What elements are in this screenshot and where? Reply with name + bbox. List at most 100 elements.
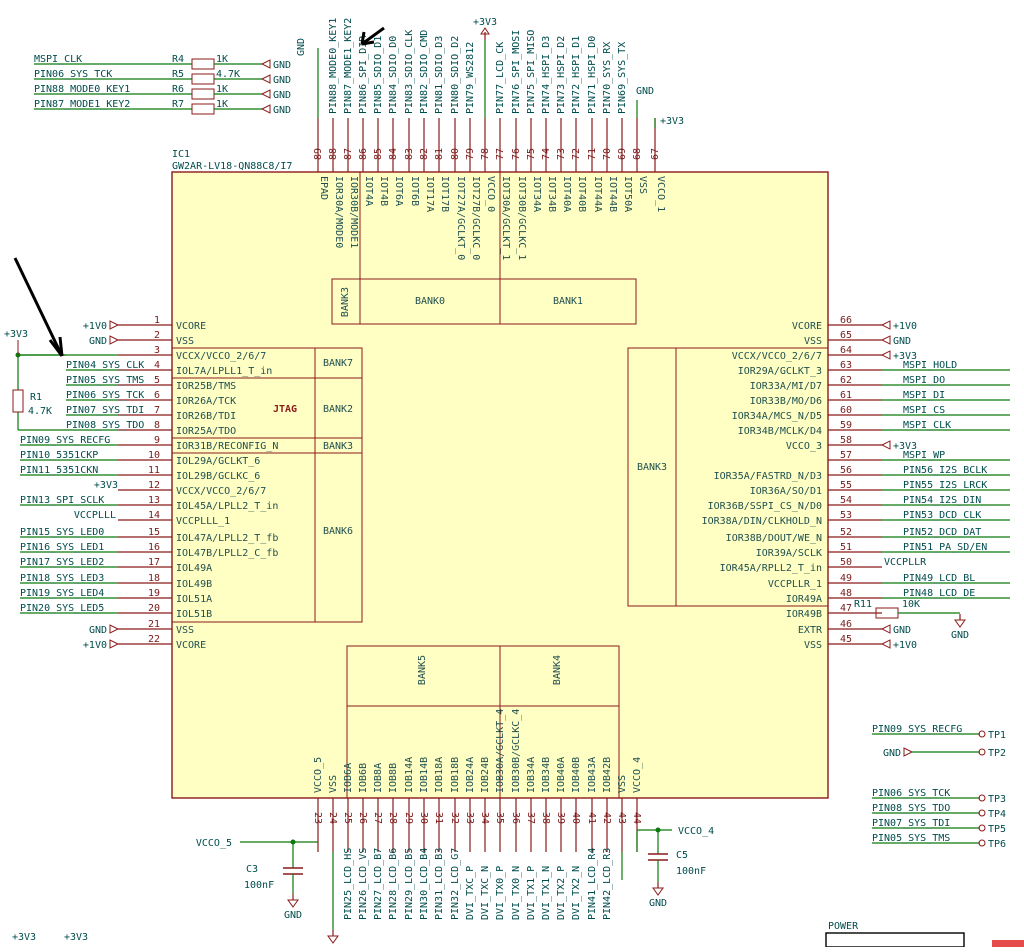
pin-name: VCORE <box>176 321 206 332</box>
arrow-head-icon <box>48 336 64 357</box>
testpoint-label: TP4 <box>988 809 1006 820</box>
power-arrow-icon <box>260 104 271 114</box>
net-label: PIN56_I2S_BCLK <box>903 465 987 476</box>
pin-number: 12 <box>148 480 160 491</box>
pin-number: 8 <box>154 420 160 431</box>
net-label: PIN41_LCD_R4 <box>587 848 598 920</box>
net-label: PIN53_DCD_CLK <box>903 510 981 521</box>
pin-number: 65 <box>840 330 852 341</box>
pin-name: IOR33B/MO/D6 <box>750 396 822 407</box>
schematic-sheet: IC1 GW2AR-LV18-QN88C8/I7 BANK3 BANK0 BANK1 BA… <box>0 0 1024 952</box>
pin-number: 46 <box>840 619 852 630</box>
power-label: GND <box>89 625 107 636</box>
net-label: PIN17_SYS_LED2 <box>20 557 104 568</box>
ref-label: R5 <box>172 69 184 80</box>
power-label: +3V3 <box>660 116 684 127</box>
ref-label: C5 <box>676 850 688 861</box>
net-label: PIN42_LCD_R3 <box>602 848 613 920</box>
power-arrow-icon <box>109 335 120 345</box>
pin-number: 25 <box>342 812 353 824</box>
net-label: PIN04_SYS_CLK <box>66 360 144 371</box>
power-label: +3V3 <box>64 932 88 943</box>
net-label: PIN19_SYS_LED4 <box>20 588 104 599</box>
pin-number: 64 <box>840 345 852 356</box>
pin-number: 82 <box>419 148 430 160</box>
power-label: +3V3 <box>12 932 36 943</box>
net-label: PIN72_HSPI_D1 <box>571 36 582 114</box>
pin-number: 5 <box>154 375 160 386</box>
net-label: DVI_TX2_N <box>571 866 582 920</box>
net-label: PIN51_PA_SD/EN <box>903 542 987 553</box>
pin-number: 16 <box>148 542 160 553</box>
pin-name: IOL47B/LPLL2_C_fb <box>176 548 278 559</box>
pin-name: VSS <box>637 176 648 194</box>
net-label: DVI_TXC_P <box>465 866 476 920</box>
resistor-array-item <box>191 58 215 70</box>
pin-name: VCCO_0 <box>485 176 496 212</box>
pin-name: IOR38B/DOUT/WE_N <box>726 533 822 544</box>
bank-label: BANK3 <box>323 441 353 452</box>
power-arrow-icon <box>109 320 120 330</box>
pin-name: IOL51B <box>176 609 212 620</box>
pin-name: IOL29B/GCLKC_6 <box>176 471 260 482</box>
pin-name: VSS <box>176 336 194 347</box>
power-arrow-icon <box>260 89 271 99</box>
pin-number: 6 <box>154 390 160 401</box>
pin-name: IOR26B/TDI <box>176 411 236 422</box>
pin-number: 31 <box>433 812 444 824</box>
pin-name: VCORE <box>792 321 822 332</box>
pin-name: VCCPLLR_1 <box>768 579 822 590</box>
pin-number: 34 <box>479 812 490 824</box>
bank-label: BANK2 <box>323 404 353 415</box>
pin-number: 57 <box>840 450 852 461</box>
pin-name: IOT6A <box>393 176 404 206</box>
pin-name: VSS <box>804 640 822 651</box>
net-label: PIN88_MODE0_KEY1 <box>34 84 130 95</box>
pin-number: 88 <box>328 148 339 160</box>
pin-number: 73 <box>556 148 567 160</box>
bank-label: BANK7 <box>323 358 353 369</box>
pin-number: 63 <box>840 360 852 371</box>
net-label: +3V3 <box>94 480 118 491</box>
pin-name: IOT30A/GCLKT_1 <box>500 176 511 260</box>
pin-name: VCCO_3 <box>786 441 822 452</box>
net-label: PIN77_LCD_CK <box>495 42 506 114</box>
net-label: PIN84_SDIO_D0 <box>388 36 399 114</box>
net-label: PIN69_SYS_TX <box>617 42 628 114</box>
pin-name: VCORE <box>176 640 206 651</box>
ground-label: GND <box>649 898 667 909</box>
bank-label: BANK1 <box>553 296 583 307</box>
pin-name: IOB14B <box>419 757 430 793</box>
net-label: PIN76_SPI_MOSI <box>511 30 522 114</box>
pin-number: 37 <box>525 812 536 824</box>
pin-number: 67 <box>650 148 661 160</box>
pin-name: IOT34B <box>546 176 557 212</box>
power-arrow-icon <box>260 74 271 84</box>
net-label: PIN81_SDIO_D3 <box>434 36 445 114</box>
pin-number: 21 <box>148 619 160 630</box>
ground-label: GND <box>636 86 654 97</box>
pin-name: IOR30B/MODE1 <box>348 176 359 248</box>
pin-number: 23 <box>312 812 323 824</box>
power-arrow-icon <box>260 59 271 69</box>
net-label: MSPI_HOLD <box>903 360 957 371</box>
power-arrow-icon <box>109 639 120 649</box>
pin-number: 84 <box>388 148 399 160</box>
pin-name: IOL49B <box>176 579 212 590</box>
pin-number: 30 <box>418 812 429 824</box>
pin-name: IOT50A <box>622 176 633 212</box>
pin-name: IOB8A <box>373 763 384 793</box>
pin-name: IOB24B <box>480 757 491 793</box>
value-label: 4.7K <box>216 69 240 80</box>
pin-number: 36 <box>510 812 521 824</box>
pin-name: VSS <box>328 775 339 793</box>
power-label: +3V3 <box>4 329 28 340</box>
net-label: PIN13_SPI_SCLK <box>20 495 104 506</box>
pin-name: VCCPLLL_1 <box>176 516 230 527</box>
pin-name: IOB43A <box>587 757 598 793</box>
net-label: PIN80_SDIO_D2 <box>450 36 461 114</box>
pin-name: VSS <box>176 625 194 636</box>
pin-number: 40 <box>570 812 581 824</box>
ref-label: R4 <box>172 54 184 65</box>
pin-name: IOR25A/TDO <box>176 426 236 437</box>
